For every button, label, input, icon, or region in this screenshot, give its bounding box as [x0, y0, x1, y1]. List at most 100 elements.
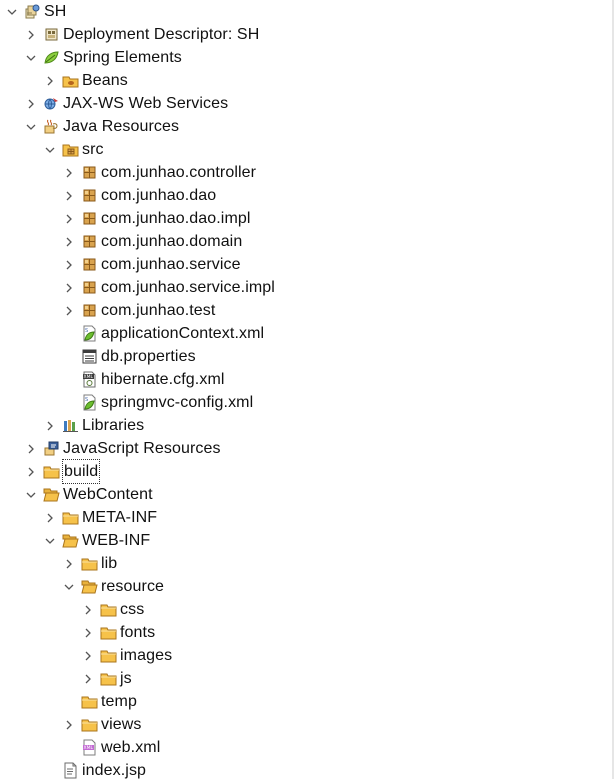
tree-item-label: com.junhao.service.impl	[101, 279, 275, 296]
folder-icon	[100, 647, 117, 664]
tree-item-label: com.junhao.service	[101, 256, 241, 273]
chevron-right-icon[interactable]	[43, 69, 57, 92]
tree-item-jax-ws-web-services[interactable]: JAX-WS Web Services	[0, 92, 612, 115]
chevron-right-icon[interactable]	[81, 621, 95, 644]
chevron-right-icon[interactable]	[43, 506, 57, 529]
source-folder-icon	[62, 141, 79, 158]
deployment-descriptor-icon	[43, 26, 60, 43]
tree-item-spring-elements[interactable]: Spring Elements	[0, 46, 612, 69]
chevron-right-icon[interactable]	[81, 598, 95, 621]
xml-file-icon: XML	[81, 739, 98, 756]
folder-open-icon	[62, 532, 79, 549]
package-icon	[81, 210, 98, 227]
spring-leaf-icon	[43, 49, 60, 66]
folder-icon	[100, 601, 117, 618]
package-icon	[81, 256, 98, 273]
project-explorer-tree[interactable]: SH Deployment Descriptor: SH Spring Elemen…	[0, 0, 612, 782]
tree-item-label: SH	[44, 3, 67, 20]
tree-item-temp[interactable]: temp	[0, 690, 612, 713]
libraries-icon	[62, 417, 79, 434]
tree-item-label: Spring Elements	[63, 49, 182, 66]
chevron-right-icon[interactable]	[62, 299, 76, 322]
tree-item-sh[interactable]: SH	[0, 0, 612, 23]
chevron-right-icon[interactable]	[43, 414, 57, 437]
chevron-right-icon[interactable]	[24, 23, 38, 46]
tree-item-lib[interactable]: lib	[0, 552, 612, 575]
tree-item-db-properties[interactable]: db.properties	[0, 345, 612, 368]
tree-item-label: js	[120, 670, 132, 687]
tree-item-resource[interactable]: resource	[0, 575, 612, 598]
chevron-down-icon[interactable]	[43, 529, 57, 552]
folder-icon	[43, 463, 60, 480]
tree-item-com-junhao-dao[interactable]: com.junhao.dao	[0, 184, 612, 207]
tree-item-libraries[interactable]: Libraries	[0, 414, 612, 437]
chevron-right-icon[interactable]	[62, 184, 76, 207]
chevron-down-icon[interactable]	[62, 575, 76, 598]
chevron-right-icon[interactable]	[62, 161, 76, 184]
tree-item-fonts[interactable]: fonts	[0, 621, 612, 644]
tree-item-com-junhao-test[interactable]: com.junhao.test	[0, 299, 612, 322]
folder-icon	[81, 716, 98, 733]
chevron-right-icon[interactable]	[24, 460, 38, 483]
tree-item-views[interactable]: views	[0, 713, 612, 736]
tree-item-com-junhao-dao-impl[interactable]: com.junhao.dao.impl	[0, 207, 612, 230]
tree-item-webcontent[interactable]: WebContent	[0, 483, 612, 506]
folder-open-icon	[43, 486, 60, 503]
tree-item-java-resources[interactable]: Java Resources	[0, 115, 612, 138]
tree-item-js[interactable]: js	[0, 667, 612, 690]
chevron-right-icon[interactable]	[62, 207, 76, 230]
tree-item-hibernate-cfg-xml[interactable]: XML hibernate.cfg.xml	[0, 368, 612, 391]
package-icon	[81, 187, 98, 204]
tree-item-label: db.properties	[101, 348, 196, 365]
chevron-down-icon[interactable]	[24, 483, 38, 506]
jsp-file-icon	[62, 762, 79, 779]
tree-item-src[interactable]: src	[0, 138, 612, 161]
tree-item-applicationcontext-xml[interactable]: SapplicationContext.xml	[0, 322, 612, 345]
tree-item-label: JAX-WS Web Services	[63, 95, 229, 112]
tree-item-beans[interactable]: Beans	[0, 69, 612, 92]
tree-item-images[interactable]: images	[0, 644, 612, 667]
tree-item-com-junhao-domain[interactable]: com.junhao.domain	[0, 230, 612, 253]
tree-item-web-inf[interactable]: WEB-INF	[0, 529, 612, 552]
chevron-right-icon[interactable]	[81, 644, 95, 667]
tree-item-label: css	[120, 601, 145, 618]
chevron-right-icon[interactable]	[62, 552, 76, 575]
package-icon	[81, 164, 98, 181]
properties-file-icon	[81, 348, 98, 365]
project-icon	[24, 3, 41, 20]
tree-item-com-junhao-service[interactable]: com.junhao.service	[0, 253, 612, 276]
spring-xml-file-icon: S	[81, 325, 98, 342]
spring-xml-file-icon: S	[81, 394, 98, 411]
folder-icon	[100, 670, 117, 687]
tree-item-label: lib	[101, 555, 118, 572]
tree-item-deployment-descriptor-sh[interactable]: Deployment Descriptor: SH	[0, 23, 612, 46]
tree-item-com-junhao-controller[interactable]: com.junhao.controller	[0, 161, 612, 184]
chevron-right-icon[interactable]	[24, 437, 38, 460]
tree-item-label: temp	[101, 693, 137, 710]
javascript-resources-icon	[43, 440, 60, 457]
tree-item-label: JavaScript Resources	[63, 440, 221, 457]
chevron-right-icon[interactable]	[62, 713, 76, 736]
folder-icon	[100, 624, 117, 641]
tree-item-com-junhao-service-impl[interactable]: com.junhao.service.impl	[0, 276, 612, 299]
chevron-right-icon[interactable]	[24, 92, 38, 115]
tree-item-web-xml[interactable]: XML web.xml	[0, 736, 612, 759]
chevron-right-icon[interactable]	[81, 667, 95, 690]
tree-item-label: com.junhao.domain	[101, 233, 243, 250]
chevron-right-icon[interactable]	[62, 276, 76, 299]
tree-item-springmvc-config-xml[interactable]: Sspringmvc-config.xml	[0, 391, 612, 414]
chevron-down-icon[interactable]	[24, 115, 38, 138]
tree-item-javascript-resources[interactable]: JavaScript Resources	[0, 437, 612, 460]
tree-item-label: com.junhao.controller	[101, 164, 257, 181]
chevron-down-icon[interactable]	[24, 46, 38, 69]
tree-item-meta-inf[interactable]: META-INF	[0, 506, 612, 529]
chevron-right-icon[interactable]	[62, 230, 76, 253]
tree-item-label: META-INF	[82, 509, 158, 526]
tree-item-css[interactable]: css	[0, 598, 612, 621]
chevron-down-icon[interactable]	[5, 0, 19, 23]
tree-item-label: com.junhao.dao.impl	[101, 210, 251, 227]
chevron-right-icon[interactable]	[62, 253, 76, 276]
tree-item-build[interactable]: build	[0, 459, 612, 484]
chevron-down-icon[interactable]	[43, 138, 57, 161]
package-icon	[81, 279, 98, 296]
